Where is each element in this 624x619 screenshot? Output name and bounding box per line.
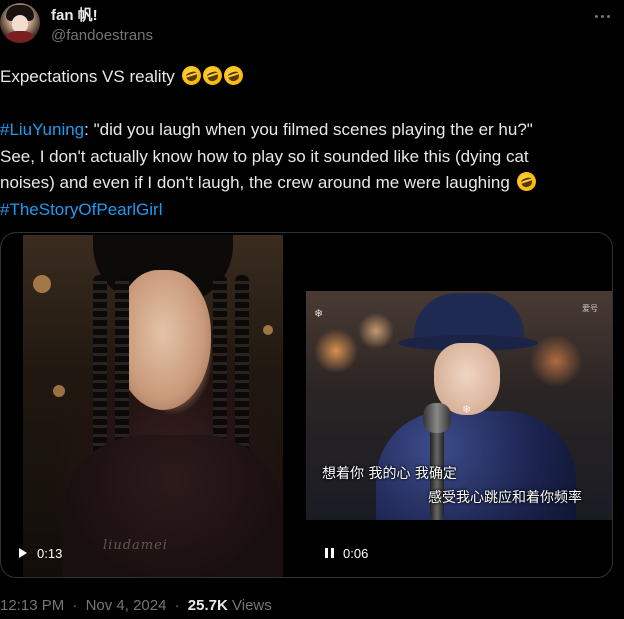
hashtag-liuyuning-link[interactable]: #LiuYuning bbox=[0, 120, 84, 139]
rolling-on-floor-laughing-emoji-icon bbox=[179, 63, 204, 88]
tweet-date[interactable]: Nov 4, 2024 bbox=[86, 597, 167, 614]
snowflake-icon: ❄ bbox=[462, 404, 472, 416]
video-right[interactable]: ❄ ❄ 爱号 想着你 我的心 我确定 感受我心跳应和着你频率 bbox=[306, 291, 612, 520]
hashtag-storyofpearlgirl-link[interactable]: #TheStoryOfPearlGirl bbox=[0, 200, 163, 219]
tweet-line-1: Expectations VS reality bbox=[0, 63, 604, 91]
tweet-line-5: #TheStoryOfPearlGirl bbox=[0, 197, 604, 224]
video-right-pause-badge[interactable]: 0:06 bbox=[319, 541, 374, 565]
rolling-on-floor-laughing-emoji-icon bbox=[514, 169, 538, 194]
views-label: Views bbox=[232, 597, 272, 614]
video-left-play-badge[interactable]: 0:13 bbox=[13, 541, 68, 565]
video-left[interactable]: liudamei bbox=[23, 235, 283, 577]
tweet-meta: 12:13 PM · Nov 4, 2024 · 25.7K Views bbox=[0, 597, 272, 614]
author-display-name[interactable]: fan 帆! bbox=[51, 4, 98, 25]
tweet-line-4: noises) and even if I don't laugh, the c… bbox=[0, 169, 604, 197]
tweet-text: Expectations VS reality #LiuYuning: "did… bbox=[0, 63, 604, 224]
tweet-line-3: See, I don't actually know how to play s… bbox=[0, 146, 529, 166]
tweet-line-2: #LiuYuning: "did you laugh when you film… bbox=[0, 120, 533, 139]
more-dots-icon bbox=[594, 14, 598, 18]
media-grid: liudamei ❄ ❄ 爱号 想着你 我的心 我确定 感受我心跳应和着你频率 … bbox=[0, 232, 613, 578]
meta-separator: · bbox=[174, 597, 180, 614]
pause-icon bbox=[325, 548, 334, 558]
video-subtitle-2: 感受我心跳应和着你频率 bbox=[428, 490, 582, 506]
video-right-duration: 0:06 bbox=[343, 545, 369, 561]
rolling-on-floor-laughing-emoji-icon bbox=[221, 63, 246, 88]
tweet-time[interactable]: 12:13 PM bbox=[0, 597, 64, 614]
more-options-button[interactable] bbox=[590, 6, 614, 26]
video-subtitle-1: 想着你 我的心 我确定 bbox=[322, 466, 457, 482]
avatar[interactable] bbox=[0, 3, 40, 43]
snowflake-icon: ❄ bbox=[314, 308, 324, 320]
rolling-on-floor-laughing-emoji-icon bbox=[200, 63, 225, 88]
tweet-header: fan 帆! @fandoestrans bbox=[0, 0, 624, 56]
video-watermark: liudamei bbox=[103, 538, 168, 553]
video-corner-tag: 爱号 bbox=[582, 304, 598, 313]
play-icon bbox=[19, 548, 27, 558]
views-count[interactable]: 25.7K bbox=[188, 597, 228, 614]
author-handle[interactable]: @fandoestrans bbox=[51, 27, 153, 44]
meta-separator: · bbox=[72, 597, 78, 614]
video-left-duration: 0:13 bbox=[37, 545, 63, 561]
